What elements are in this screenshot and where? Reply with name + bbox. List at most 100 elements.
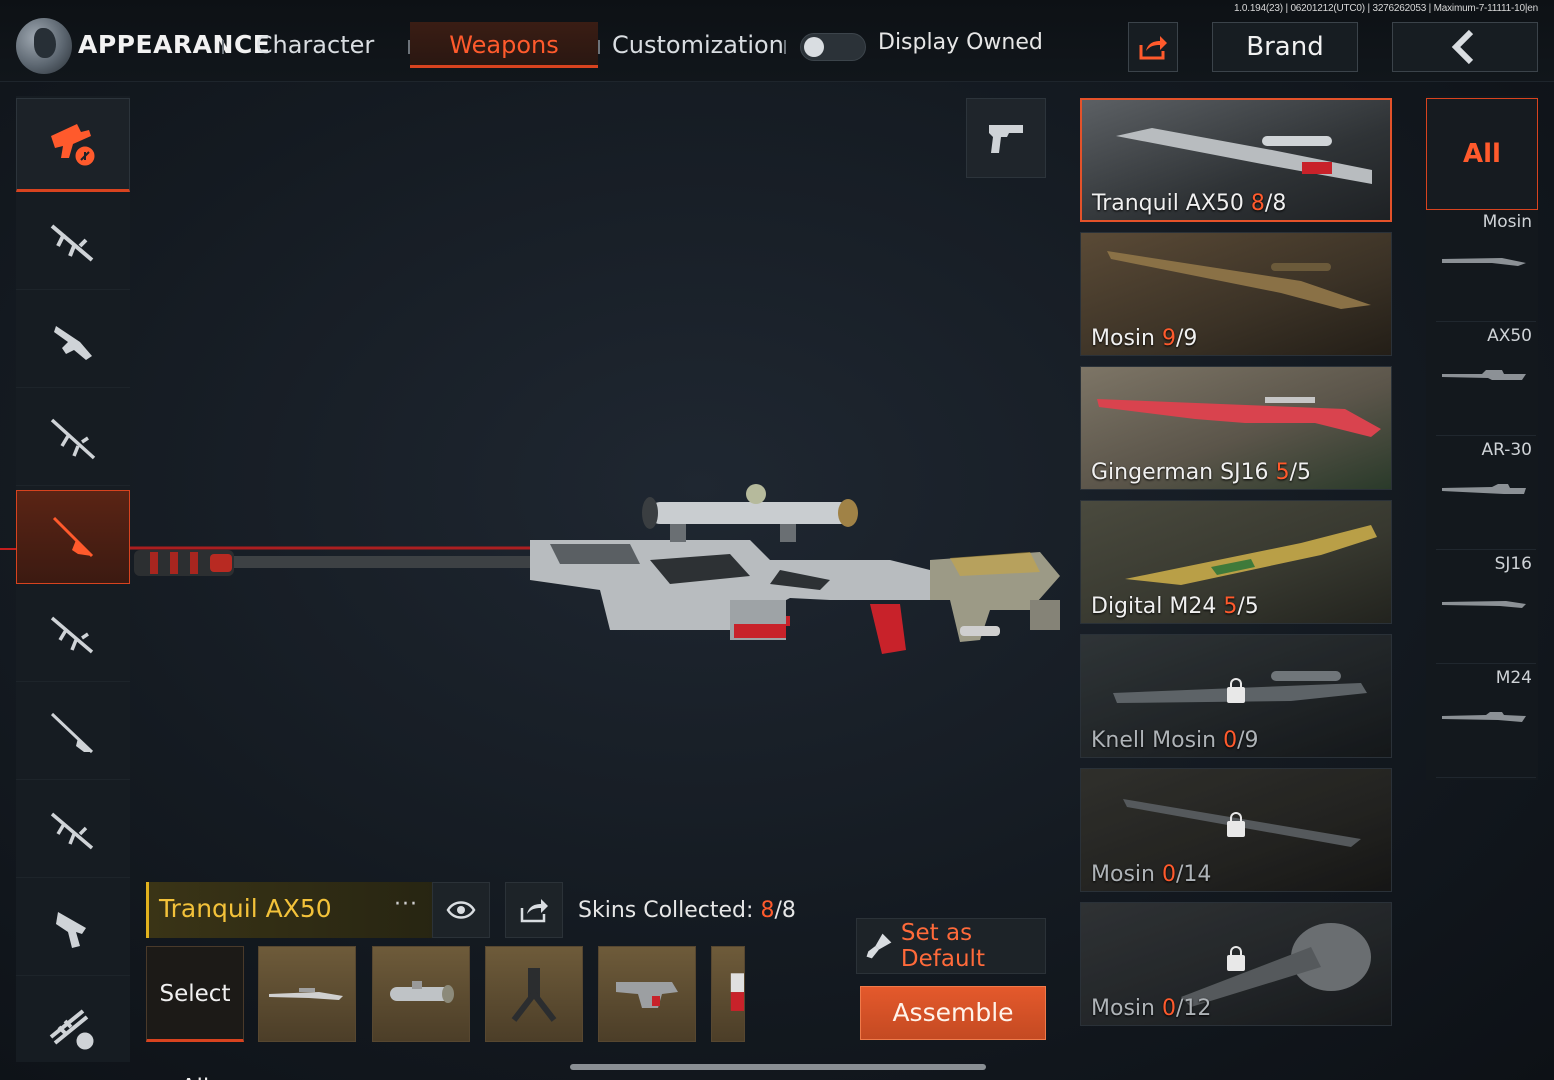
chevron-left-icon xyxy=(1451,29,1474,65)
category-melee-throwable[interactable] xyxy=(16,980,130,1074)
sniper-rifle-icon xyxy=(1442,484,1526,494)
current-skin-name: Tranquil AX50 xyxy=(159,894,332,923)
skin-list: Tranquil AX50 8/8 Mosin 9/9 Gingerman SJ… xyxy=(1080,96,1394,1040)
skin-label: Mosin 9/9 xyxy=(1091,326,1198,351)
melee-throwable-icon xyxy=(49,1009,97,1053)
rifle-icon xyxy=(1125,525,1377,585)
skin-label: Digital M24 5/5 xyxy=(1091,594,1259,619)
lock-icon xyxy=(1227,678,1245,703)
category-all-weapons[interactable] xyxy=(16,98,130,192)
skin-card[interactable]: Gingerman SJ16 5/5 xyxy=(1080,366,1392,490)
lock-icon xyxy=(1227,812,1245,837)
filter-item-ar30[interactable]: AR-30 xyxy=(1436,438,1536,550)
part-slot[interactable] xyxy=(258,946,356,1042)
stock-part-icon xyxy=(730,973,744,1011)
sniper-rifle-icon xyxy=(1116,128,1372,184)
set-as-default-button[interactable]: Set as Default xyxy=(856,918,1046,974)
more-options-button[interactable]: ··· xyxy=(394,892,418,917)
filter-item-ax50[interactable]: AX50 xyxy=(1436,324,1536,436)
bipod-part-icon xyxy=(511,968,557,1022)
skin-card[interactable]: Mosin 9/9 xyxy=(1080,232,1392,356)
top-bar: 1.0.194(23) | 06201212(UTC0) | 327626205… xyxy=(0,0,1554,82)
lmg-icon xyxy=(50,418,96,459)
category-marksman-rifle[interactable] xyxy=(16,588,130,682)
skins-collected-counter: Skins Collected: 8/8 xyxy=(578,898,796,923)
category-carbine[interactable] xyxy=(16,784,130,878)
toggle-knob xyxy=(804,37,824,57)
weapon-preview[interactable] xyxy=(130,480,1080,670)
all-weapons-icon xyxy=(51,124,98,169)
current-skin-namebar: Tranquil AX50 ··· xyxy=(146,882,434,938)
category-assault-rifle[interactable] xyxy=(16,196,130,290)
skin-label: Mosin 0/12 xyxy=(1091,996,1212,1021)
sniper-rifle-icon xyxy=(52,516,94,558)
scope-part-icon xyxy=(390,981,454,1003)
shotgun-icon xyxy=(50,712,94,753)
divider xyxy=(222,40,224,54)
share-skin-button[interactable] xyxy=(505,882,563,938)
divider xyxy=(598,40,600,54)
back-button[interactable] xyxy=(1392,22,1538,72)
home-indicator[interactable] xyxy=(570,1064,986,1070)
view-mode-button[interactable] xyxy=(966,98,1046,178)
part-slot[interactable] xyxy=(598,946,696,1042)
rifle-part-icon xyxy=(269,988,343,1000)
skin-card[interactable]: Mosin 0/14 xyxy=(1080,768,1392,892)
select-all-button[interactable]: Select All xyxy=(146,946,244,1080)
weapon-filter-column: All Mosin AX50 AR-30 SJ16 M24 xyxy=(1426,96,1538,780)
category-shotgun[interactable] xyxy=(16,686,130,780)
part-slot[interactable] xyxy=(372,946,470,1042)
skin-card[interactable]: Digital M24 5/5 xyxy=(1080,500,1392,624)
filter-label: SJ16 xyxy=(1494,554,1532,574)
scope-icon xyxy=(1181,923,1371,1007)
divider xyxy=(784,40,786,54)
part-slot[interactable] xyxy=(485,946,583,1042)
skin-card[interactable]: Knell Mosin 0/9 xyxy=(1080,634,1392,758)
sniper-rifle-icon xyxy=(1442,370,1526,380)
category-sniper-rifle[interactable] xyxy=(16,490,130,584)
filter-label: Mosin xyxy=(1482,212,1532,232)
laser-line-decoration xyxy=(0,548,16,550)
category-lmg[interactable] xyxy=(16,392,130,486)
filter-label: AR-30 xyxy=(1481,440,1532,460)
skin-label: Knell Mosin 0/9 xyxy=(1091,728,1259,753)
rifle-icon xyxy=(1097,397,1381,437)
lock-icon xyxy=(1227,946,1245,971)
globe-logo-icon xyxy=(16,18,72,74)
pistol-icon xyxy=(56,911,86,948)
pistol-view-icon xyxy=(989,125,1023,153)
brush-icon xyxy=(866,933,892,959)
filter-label: AX50 xyxy=(1487,326,1532,346)
share-icon xyxy=(520,899,548,923)
skin-card[interactable]: Tranquil AX50 8/8 xyxy=(1080,98,1392,222)
share-button[interactable] xyxy=(1128,22,1178,72)
part-slot[interactable] xyxy=(711,946,745,1042)
set-as-default-label: Set as Default xyxy=(900,920,985,972)
filter-item-m24[interactable]: M24 xyxy=(1436,666,1536,778)
skin-card[interactable]: Mosin 0/12 xyxy=(1080,902,1392,1026)
preview-button[interactable] xyxy=(432,882,490,938)
filter-item-sj16[interactable]: SJ16 xyxy=(1436,552,1536,664)
category-smg[interactable] xyxy=(16,294,130,388)
filter-all[interactable]: All xyxy=(1426,98,1538,210)
filter-item-mosin[interactable]: Mosin xyxy=(1436,210,1536,322)
assemble-button[interactable]: Assemble xyxy=(860,986,1046,1040)
tab-weapons[interactable]: Weapons xyxy=(410,22,598,68)
brand-button[interactable]: Brand xyxy=(1212,22,1358,72)
rifle-icon xyxy=(1107,251,1371,309)
sniper-rifle-icon xyxy=(1442,712,1526,722)
category-pistol[interactable] xyxy=(16,882,130,976)
rifle-icon xyxy=(1123,799,1361,847)
tab-character[interactable]: Character xyxy=(240,22,390,68)
rifle-icon xyxy=(1442,601,1526,608)
share-icon xyxy=(1139,36,1167,60)
marksman-rifle-icon xyxy=(50,616,94,653)
display-owned-toggle[interactable] xyxy=(800,33,866,61)
skin-label: Gingerman SJ16 5/5 xyxy=(1091,460,1311,485)
display-owned-label: Display Owned xyxy=(878,30,1043,55)
smg-icon xyxy=(54,325,92,360)
tab-customization[interactable]: Customization xyxy=(612,22,784,68)
eye-icon xyxy=(446,901,476,919)
weapon-category-column xyxy=(16,96,130,1062)
version-info: 1.0.194(23) | 06201212(UTC0) | 327626205… xyxy=(1233,3,1538,14)
